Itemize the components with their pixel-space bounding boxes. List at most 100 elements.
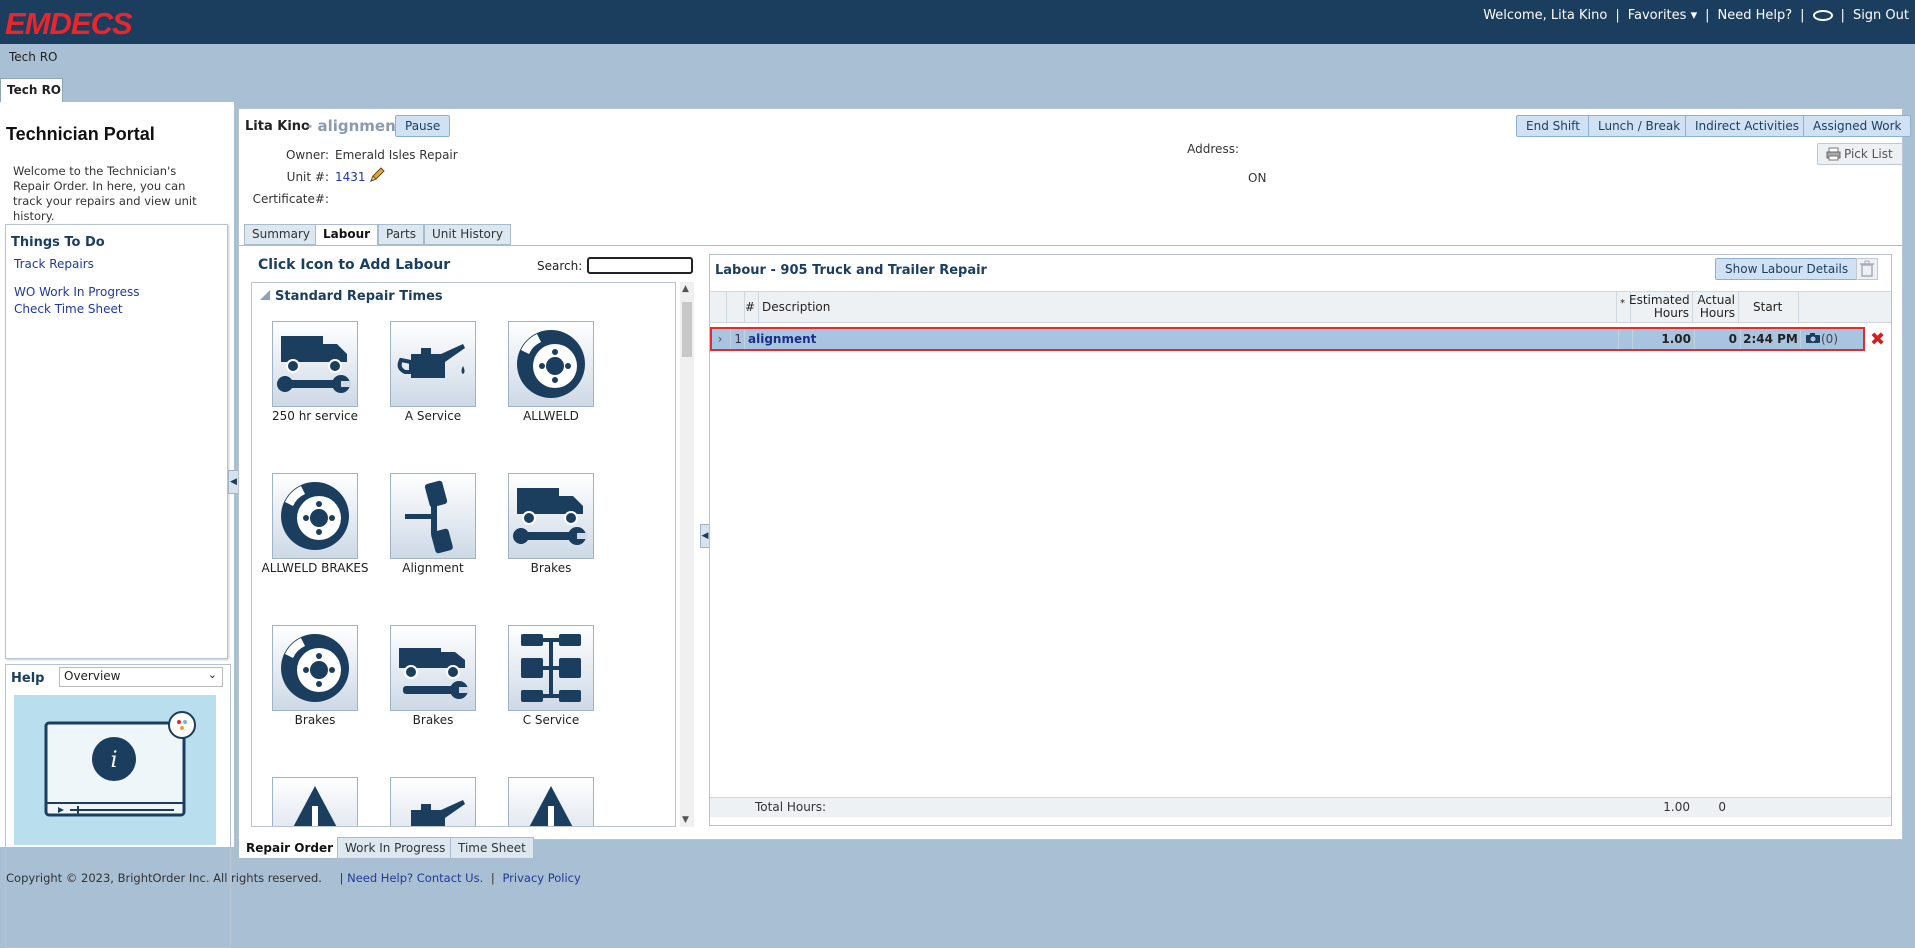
repair-times-list: Standard Repair Times 250 hr service A S…: [251, 282, 676, 827]
tile-brakes[interactable]: Brakes: [374, 625, 492, 727]
scroll-down-arrow-icon[interactable]: ▼: [682, 815, 689, 825]
labour-title: Labour - 905 Truck and Trailer Repair: [715, 263, 987, 278]
sign-out-link[interactable]: Sign Out: [1853, 8, 1909, 23]
row-notes[interactable]: (0): [1800, 329, 1844, 349]
assigned-work-button[interactable]: Assigned Work: [1803, 115, 1912, 137]
tile-c-service[interactable]: C Service: [492, 625, 610, 727]
pause-button[interactable]: Pause: [395, 115, 451, 137]
trash-icon: [1860, 260, 1874, 277]
pick-list-button[interactable]: Pick List: [1817, 143, 1903, 165]
picker-scrollbar[interactable]: ▲ ▼: [680, 282, 694, 827]
tile-allweld[interactable]: ALLWELD: [492, 321, 610, 423]
row-start-time: 2:44 PM: [1740, 329, 1800, 349]
tile-brakes[interactable]: Brakes: [256, 625, 374, 727]
scroll-thumb[interactable]: [682, 302, 692, 357]
owner-value: Emerald Isles Repair: [335, 148, 458, 162]
labour-totals-row: Total Hours: 1.00 0: [710, 797, 1891, 817]
col-notes: [1798, 292, 1844, 323]
expand-row-icon[interactable]: ›: [712, 329, 728, 349]
tile-allweld-brakes[interactable]: ALLWELD BRAKES: [256, 473, 374, 575]
search-label: Search:: [537, 259, 583, 273]
row-estimated-hours: 1.00: [1632, 329, 1694, 349]
tile-warning[interactable]: [256, 777, 374, 826]
truck-wrench-icon: [277, 336, 351, 393]
tile-alignment[interactable]: Alignment: [374, 473, 492, 575]
chassis-icon: [521, 634, 581, 702]
brake-disc-icon: [281, 482, 349, 550]
search-input[interactable]: [587, 257, 693, 274]
breadcrumb: Tech RO: [9, 50, 58, 64]
collapse-triangle-icon: [260, 290, 270, 300]
camera-icon: [1806, 333, 1820, 343]
tab-time-sheet[interactable]: Time Sheet: [450, 837, 534, 859]
tab-unit-history[interactable]: Unit History: [424, 224, 511, 245]
tab-tech-ro[interactable]: Tech RO: [0, 78, 63, 102]
labour-grid-header: # Description * Estimated Hours Actual H…: [710, 291, 1891, 323]
tile-250-hr-service[interactable]: 250 hr service: [256, 321, 374, 423]
total-actual-hours: 0: [1718, 800, 1726, 814]
col-description[interactable]: Description: [758, 292, 1458, 323]
warning-icon: [529, 786, 573, 826]
tile-brakes[interactable]: Brakes: [492, 473, 610, 575]
labour-panel: Labour - 905 Truck and Trailer Repair Sh…: [709, 254, 1892, 826]
track-repairs-link[interactable]: Track Repairs: [14, 257, 94, 271]
brake-disc-icon: [517, 330, 585, 398]
emdecs-logo[interactable]: EMDECS: [5, 6, 133, 42]
tab-work-in-progress[interactable]: Work In Progress: [337, 837, 454, 859]
help-label: Help: [11, 671, 45, 686]
warning-icon: [293, 786, 337, 826]
unit-label: Unit #:: [286, 170, 329, 184]
separator: |: [1800, 7, 1805, 23]
tile-warning[interactable]: [492, 777, 610, 826]
lunch-break-button[interactable]: Lunch / Break: [1588, 115, 1691, 137]
tab-parts[interactable]: Parts: [378, 224, 424, 245]
help-video-thumbnail[interactable]: i: [14, 695, 216, 845]
tab-labour[interactable]: Labour: [315, 224, 379, 246]
delete-row-icon[interactable]: ✖: [1870, 331, 1885, 349]
col-estimated-hours[interactable]: Estimated Hours: [1629, 292, 1692, 323]
unit-number-link[interactable]: 1431: [335, 170, 366, 184]
total-hours-label: Total Hours:: [755, 800, 827, 814]
video-player-icon: i: [44, 711, 196, 817]
trash-button[interactable]: [1856, 258, 1878, 280]
col-actual-hours[interactable]: Actual Hours: [1692, 292, 1738, 323]
tab-summary[interactable]: Summary: [244, 224, 318, 245]
welcome-text: Welcome, Lita Kino: [1483, 7, 1608, 23]
tile-a-service[interactable]: A Service: [374, 321, 492, 423]
row-description[interactable]: alignment: [744, 329, 1618, 349]
certificate-label: Certificate#:: [252, 192, 329, 206]
wo-work-in-progress-link[interactable]: WO Work In Progress: [14, 285, 140, 299]
truck-wrench-icon: [513, 488, 587, 545]
standard-repair-times-header[interactable]: Standard Repair Times: [260, 289, 443, 304]
col-number: #: [744, 292, 758, 323]
favorites-menu[interactable]: Favorites ▾: [1628, 8, 1697, 23]
privacy-policy-link[interactable]: Privacy Policy: [502, 871, 580, 885]
show-labour-details-button[interactable]: Show Labour Details: [1715, 258, 1859, 280]
col-start[interactable]: Start: [1738, 292, 1798, 323]
tab-repair-order[interactable]: Repair Order: [238, 837, 342, 859]
indirect-activities-button[interactable]: Indirect Activities: [1685, 115, 1810, 137]
top-nav: Welcome, Lita Kino | Favorites ▾ | Need …: [1483, 6, 1909, 24]
chevron-down-icon: ⌄: [207, 668, 217, 681]
things-to-do-box: Things To Do Track Repairs WO Work In Pr…: [5, 224, 228, 659]
contact-us-link[interactable]: Need Help? Contact Us.: [347, 871, 483, 885]
tab-divider: [239, 245, 1902, 246]
check-time-sheet-link[interactable]: Check Time Sheet: [14, 302, 123, 316]
need-help-link[interactable]: Need Help?: [1718, 8, 1793, 23]
row-actual-hours: 0: [1694, 329, 1740, 349]
tile-oil-service[interactable]: [374, 777, 492, 826]
end-shift-button[interactable]: End Shift: [1516, 115, 1590, 137]
table-row[interactable]: › 1 alignment 1.00 0 2:44 PM (0): [710, 327, 1865, 351]
pencil-icon[interactable]: [369, 167, 385, 183]
scroll-up-arrow-icon[interactable]: ▲: [682, 284, 689, 294]
portal-description: Welcome to the Technician's Repair Order…: [13, 164, 197, 223]
chat-icon[interactable]: [1812, 9, 1833, 21]
help-topic-select[interactable]: Overview ⌄: [59, 667, 223, 687]
footer: Copyright © 2023, BrightOrder Inc. All r…: [6, 871, 581, 885]
wheel-alignment-icon: [405, 480, 453, 554]
svg-text:i: i: [110, 748, 117, 773]
total-estimated-hours: 1.00: [1663, 800, 1690, 814]
col-expand: [726, 292, 744, 323]
oil-can-icon: [397, 344, 465, 378]
separator: |: [1615, 7, 1620, 23]
